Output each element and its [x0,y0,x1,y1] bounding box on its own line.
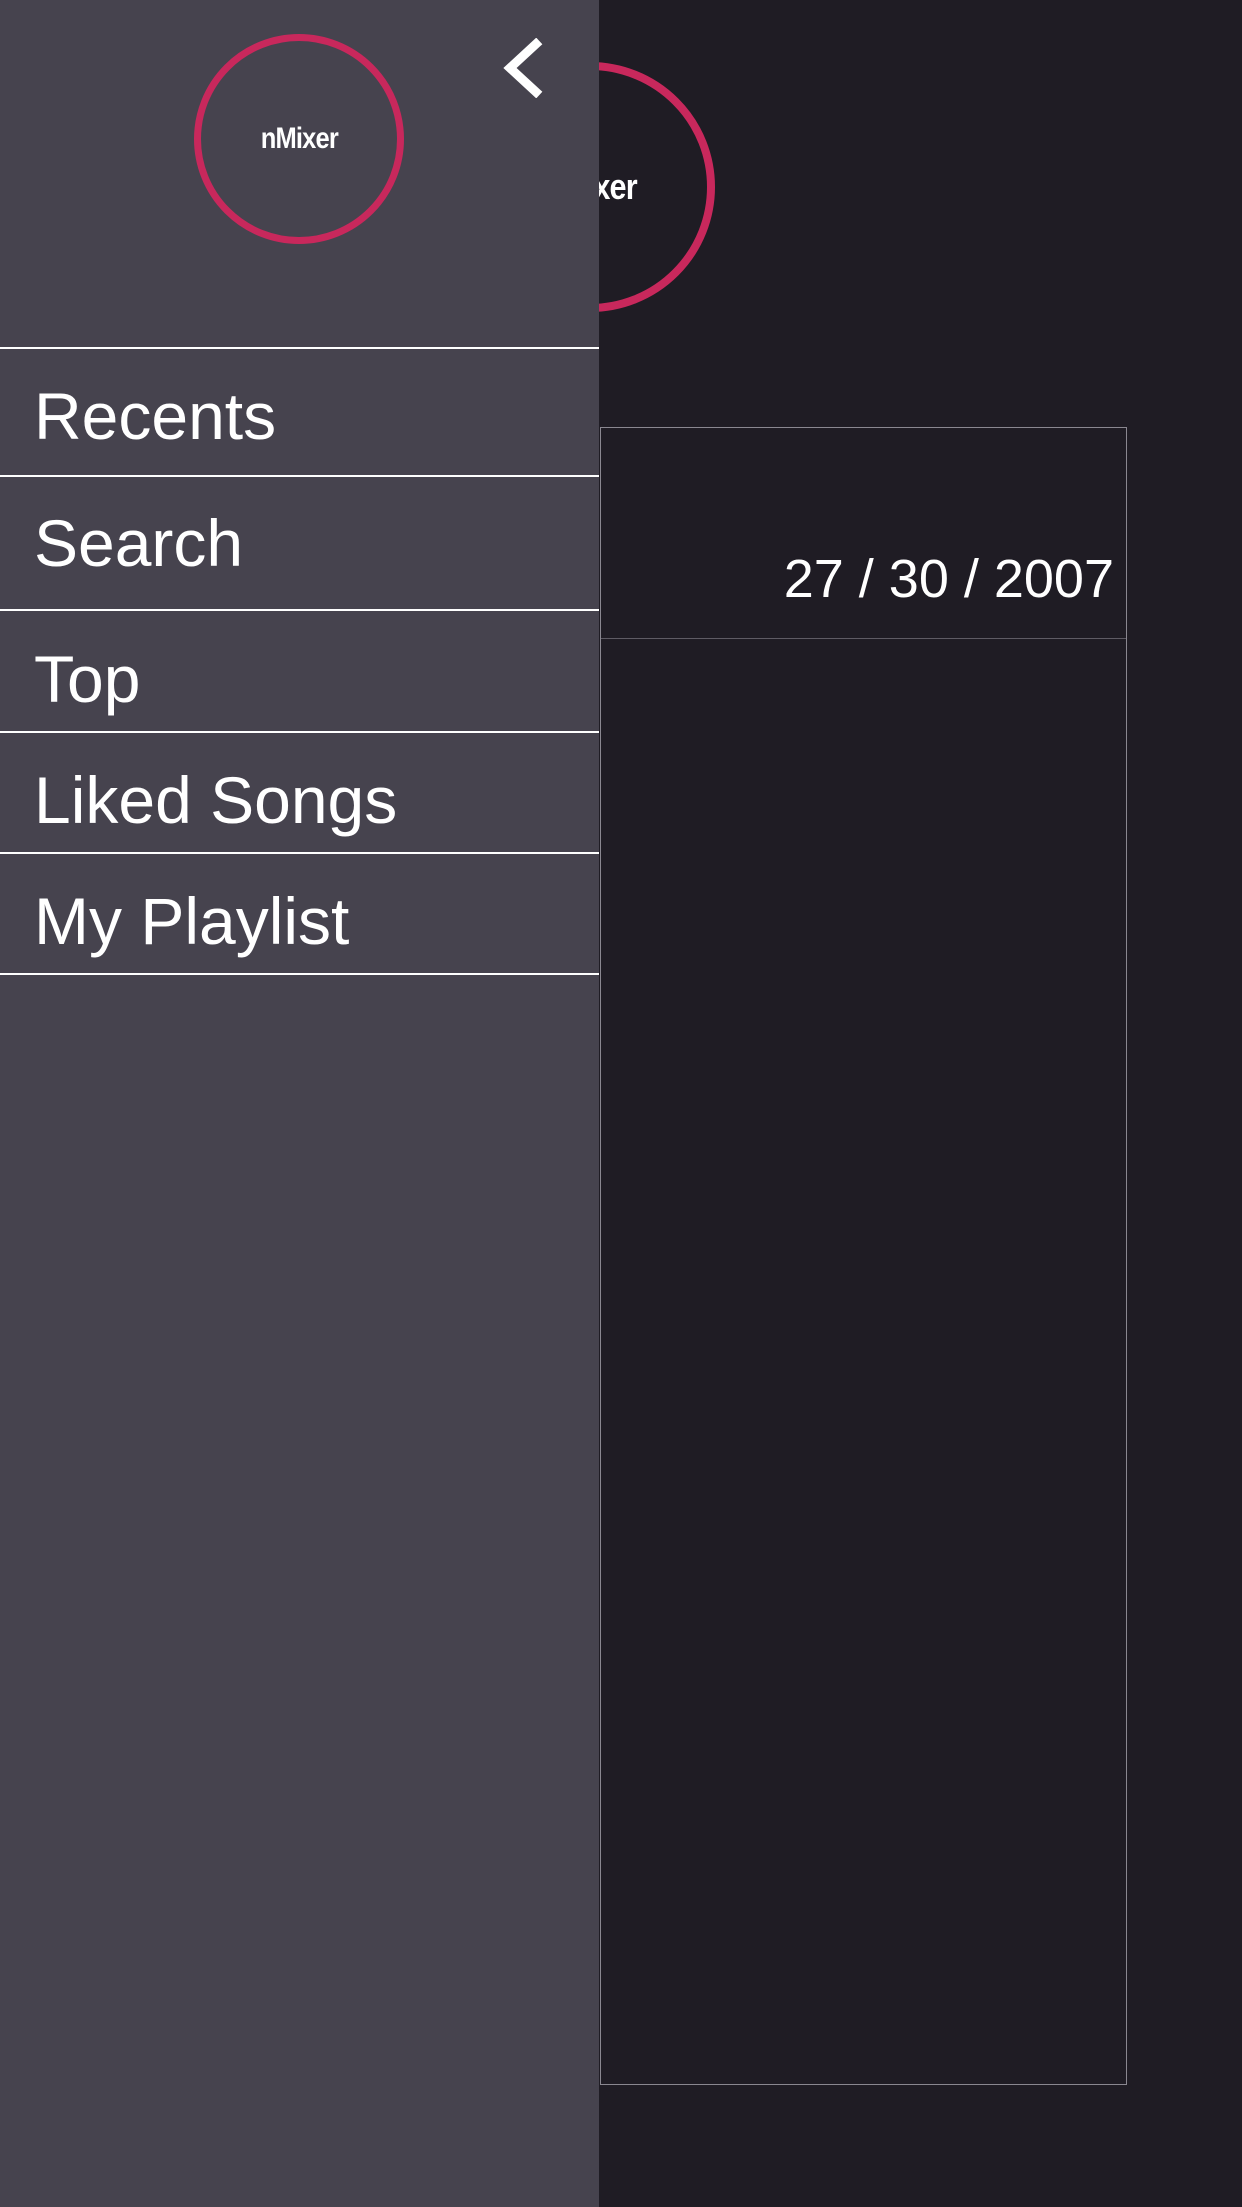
menu-item-label: Top [34,642,141,716]
menu-item-label: Recents [34,379,277,453]
content-panel: 27 / 30 / 2007 [600,427,1127,2085]
menu-item-label: Liked Songs [34,763,398,837]
drawer-logo: nMixer [194,34,404,244]
menu-item-label: My Playlist [34,884,350,958]
menu-item-search[interactable]: Search [0,477,599,611]
drawer-menu: Recents Search Top Liked Songs My Playli… [0,347,599,975]
chevron-left-icon [503,38,543,98]
menu-item-my-playlist[interactable]: My Playlist [0,854,599,975]
date-label: 27 / 30 / 2007 [783,549,1114,609]
drawer-logo-text: nMixer [260,122,338,155]
menu-item-recents[interactable]: Recents [0,349,599,477]
back-button[interactable] [496,38,552,98]
content-header: 27 / 30 / 2007 [601,428,1126,639]
menu-item-liked-songs[interactable]: Liked Songs [0,733,599,854]
navigation-drawer: nMixer Recents Search Top Liked Songs My… [0,0,599,2207]
menu-item-label: Search [34,506,244,580]
menu-item-top[interactable]: Top [0,611,599,733]
